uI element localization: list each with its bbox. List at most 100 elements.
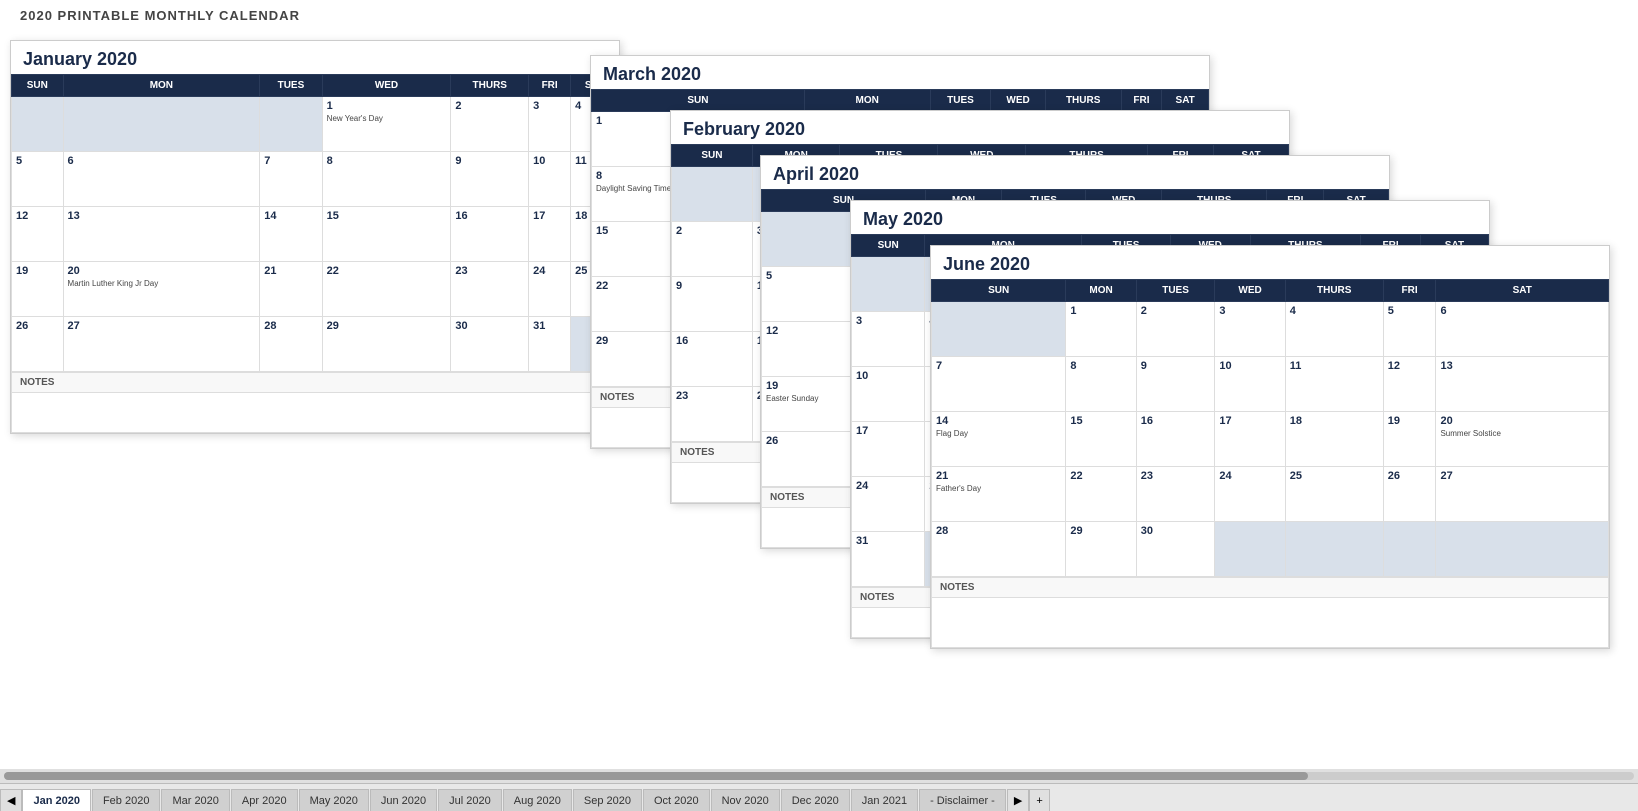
tab-jun-2020[interactable]: Jun 2020 bbox=[370, 789, 437, 811]
col-fri: FRI bbox=[1121, 90, 1162, 112]
table-row: 29 bbox=[1066, 522, 1136, 577]
tab-aug-2020[interactable]: Aug 2020 bbox=[503, 789, 572, 811]
col-sun: SUN bbox=[852, 235, 925, 257]
tab-bar: ◀ Jan 2020 Feb 2020 Mar 2020 Apr 2020 Ma… bbox=[0, 783, 1638, 811]
calendar-june: June 2020 SUN MON TUES WED THURS FRI SAT… bbox=[930, 245, 1610, 649]
table-row: 17 bbox=[1215, 412, 1285, 467]
table-row: 29 bbox=[322, 317, 451, 372]
table-row: 24 bbox=[529, 262, 571, 317]
tab-jan-2020[interactable]: Jan 2020 bbox=[22, 789, 90, 811]
may-title: May 2020 bbox=[851, 201, 1489, 234]
scrollbar-area[interactable] bbox=[0, 769, 1638, 783]
tab-nov-2020[interactable]: Nov 2020 bbox=[711, 789, 780, 811]
table-row: 22 bbox=[1066, 467, 1136, 522]
table-row: 16 bbox=[672, 332, 753, 387]
table-row: 9 bbox=[1136, 357, 1215, 412]
col-sat: SAT bbox=[1436, 280, 1609, 302]
june-grid: SUN MON TUES WED THURS FRI SAT 1 2 3 4 5 bbox=[931, 279, 1609, 577]
main-area: 2020 PRINTABLE MONTHLY CALENDAR January … bbox=[0, 0, 1638, 811]
table-row: 2 bbox=[1136, 302, 1215, 357]
table-row: 12 bbox=[12, 207, 64, 262]
col-tue: TUES bbox=[930, 90, 991, 112]
february-title: February 2020 bbox=[671, 111, 1289, 144]
col-wed: WED bbox=[1215, 280, 1285, 302]
calendar-january: January 2020 SUN MON TUES WED THURS FRI … bbox=[10, 40, 620, 434]
table-row: 9 bbox=[672, 277, 753, 332]
tab-feb-2020[interactable]: Feb 2020 bbox=[92, 789, 160, 811]
tab-sep-2020[interactable]: Sep 2020 bbox=[573, 789, 642, 811]
tab-add[interactable]: + bbox=[1029, 789, 1049, 811]
table-row: 26 bbox=[1383, 467, 1436, 522]
table-row: 6 bbox=[1436, 302, 1609, 357]
table-row: 21Father's Day bbox=[932, 467, 1066, 522]
table-row: 14Flag Day bbox=[932, 412, 1066, 467]
tab-dec-2020[interactable]: Dec 2020 bbox=[781, 789, 850, 811]
table-row: 16 bbox=[1136, 412, 1215, 467]
table-row: 23 bbox=[1136, 467, 1215, 522]
table-row: 2 bbox=[451, 97, 529, 152]
table-row: 12 bbox=[1383, 357, 1436, 412]
table-row: 11 bbox=[1285, 357, 1383, 412]
table-row bbox=[1436, 522, 1609, 577]
table-row bbox=[63, 97, 260, 152]
table-row: 5 bbox=[1383, 302, 1436, 357]
table-row: 3 bbox=[529, 97, 571, 152]
tab-disclaimer[interactable]: - Disclaimer - bbox=[919, 789, 1006, 811]
table-row: 13 bbox=[1436, 357, 1609, 412]
table-row: 30 bbox=[451, 317, 529, 372]
table-row: 1New Year's Day bbox=[322, 97, 451, 152]
table-row bbox=[1383, 522, 1436, 577]
tab-oct-2020[interactable]: Oct 2020 bbox=[643, 789, 710, 811]
table-row: 30 bbox=[1136, 522, 1215, 577]
table-row: 9 bbox=[451, 152, 529, 207]
table-row: 13 bbox=[63, 207, 260, 262]
tab-mar-2020[interactable]: Mar 2020 bbox=[161, 789, 229, 811]
table-row: 8 bbox=[1066, 357, 1136, 412]
april-title: April 2020 bbox=[761, 156, 1389, 189]
tab-scroll-right[interactable]: ▶ bbox=[1007, 789, 1029, 811]
table-row: 4 bbox=[1285, 302, 1383, 357]
scrollbar-track[interactable] bbox=[4, 772, 1634, 780]
table-row bbox=[672, 167, 753, 222]
col-thu: THURS bbox=[1045, 90, 1121, 112]
table-row: 26 bbox=[12, 317, 64, 372]
table-row bbox=[12, 97, 64, 152]
table-row: 28 bbox=[932, 522, 1066, 577]
tab-apr-2020[interactable]: Apr 2020 bbox=[231, 789, 298, 811]
tab-jul-2020[interactable]: Jul 2020 bbox=[438, 789, 502, 811]
june-notes: NOTES bbox=[931, 577, 1609, 598]
table-row: 31 bbox=[529, 317, 571, 372]
table-row: 10 bbox=[529, 152, 571, 207]
table-row: 20Summer Solstice bbox=[1436, 412, 1609, 467]
table-row: 5 bbox=[12, 152, 64, 207]
tab-scroll-left[interactable]: ◀ bbox=[0, 789, 22, 811]
col-fri: FRI bbox=[1383, 280, 1436, 302]
tab-jan-2021[interactable]: Jan 2021 bbox=[851, 789, 918, 811]
table-row: 7 bbox=[260, 152, 322, 207]
col-mon: MON bbox=[1066, 280, 1136, 302]
table-row bbox=[260, 97, 322, 152]
tab-may-2020[interactable]: May 2020 bbox=[299, 789, 369, 811]
table-row bbox=[1215, 522, 1285, 577]
table-row: 22 bbox=[322, 262, 451, 317]
table-row: 27 bbox=[1436, 467, 1609, 522]
table-row: 8 bbox=[322, 152, 451, 207]
table-row: 3 bbox=[1215, 302, 1285, 357]
table-row: 27 bbox=[63, 317, 260, 372]
table-row: 20Martin Luther King Jr Day bbox=[63, 262, 260, 317]
table-row: 19 bbox=[1383, 412, 1436, 467]
table-row: 1 bbox=[1066, 302, 1136, 357]
table-row: 18 bbox=[1285, 412, 1383, 467]
table-row: 15 bbox=[322, 207, 451, 262]
col-mon: MON bbox=[63, 75, 260, 97]
january-grid: SUN MON TUES WED THURS FRI SAT 1New Year… bbox=[11, 74, 619, 372]
scrollbar-thumb[interactable] bbox=[4, 772, 1308, 780]
table-row: 7 bbox=[932, 357, 1066, 412]
table-row: 19 bbox=[12, 262, 64, 317]
table-row: 10 bbox=[852, 367, 925, 422]
table-row: 31 bbox=[852, 532, 925, 587]
col-sun: SUN bbox=[672, 145, 753, 167]
table-row: 10 bbox=[1215, 357, 1285, 412]
page-title: 2020 PRINTABLE MONTHLY CALENDAR bbox=[0, 0, 1638, 27]
col-wed: WED bbox=[322, 75, 451, 97]
